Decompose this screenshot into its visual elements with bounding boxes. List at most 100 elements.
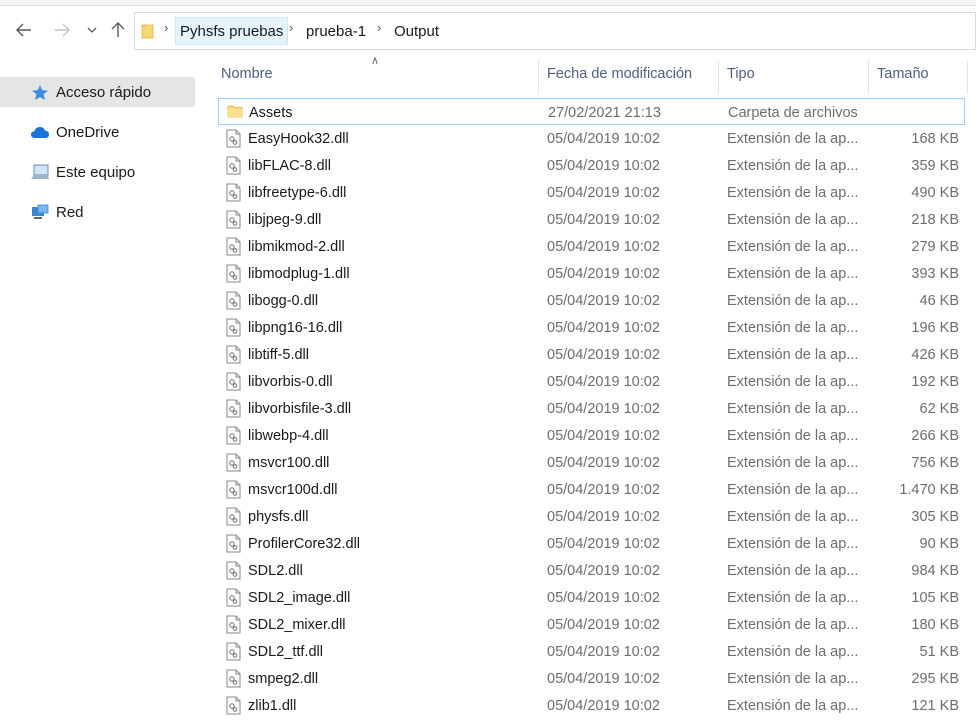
file-row[interactable]: libtiff-5.dll 05/04/2019 10:02 Extensión d… (218, 341, 965, 368)
file-row[interactable]: ProfilerCore32.dll 05/04/2019 10:02 Extens… (218, 530, 965, 557)
dll-file-icon (226, 669, 241, 688)
breadcrumb-item[interactable]: prueba-1 (302, 17, 370, 45)
file-row[interactable]: libpng16-16.dll 05/04/2019 10:02 Extensión… (218, 314, 965, 341)
file-row[interactable]: msvcr100d.dll 05/04/2019 10:02 Extensión d… (218, 476, 965, 503)
dll-file-icon (226, 642, 241, 661)
file-name: libfreetype-6.dll (248, 184, 347, 201)
navigation-pane: Acceso rápido OneDrive Este equipo Red (0, 54, 198, 726)
file-row[interactable]: libmikmod-2.dll 05/04/2019 10:02 Extensión… (218, 233, 965, 260)
column-header-type[interactable]: Tipo (727, 54, 867, 94)
file-type: Extensión de la ap... (727, 697, 859, 714)
file-type: Extensión de la ap... (727, 400, 859, 417)
computer-icon (30, 163, 50, 181)
folder-row[interactable]: Assets 27/02/2021 21:13 Carpeta de archivo… (218, 98, 965, 125)
file-list: ∧ Nombre Fecha de modificación Tipo Tama… (198, 54, 976, 726)
file-row[interactable]: SDL2_ttf.dll 05/04/2019 10:02 Extensión de… (218, 638, 965, 665)
file-row[interactable]: libfreetype-6.dll 05/04/2019 10:02 Extensi… (218, 179, 965, 206)
sidebar-item-quick-access[interactable]: Acceso rápido (0, 77, 195, 107)
column-header-name[interactable]: Nombre (221, 54, 541, 94)
dll-file-icon (226, 156, 241, 175)
dll-file-icon (226, 264, 241, 283)
chevron-right-icon[interactable]: › (377, 20, 381, 35)
file-row[interactable]: SDL2.dll 05/04/2019 10:02 Extensión de la … (218, 557, 965, 584)
file-modified-date: 05/04/2019 10:02 (547, 238, 660, 255)
file-modified-date: 05/04/2019 10:02 (547, 643, 660, 660)
file-row[interactable]: libogg-0.dll 05/04/2019 10:02 Extensión de… (218, 287, 965, 314)
file-name: libjpeg-9.dll (248, 211, 322, 228)
file-row[interactable]: SDL2_mixer.dll 05/04/2019 10:02 Extensión … (218, 611, 965, 638)
file-name: libpng16-16.dll (248, 319, 343, 336)
file-size: 756 KB (911, 454, 959, 471)
sidebar-item-network[interactable]: Red (0, 197, 195, 227)
file-row[interactable]: libFLAC-8.dll 05/04/2019 10:02 Extensión d… (218, 152, 965, 179)
dll-file-icon (226, 480, 241, 499)
file-row[interactable]: EasyHook32.dll 05/04/2019 10:02 Extensión … (218, 125, 965, 152)
column-divider[interactable] (967, 60, 968, 94)
file-modified-date: 05/04/2019 10:02 (547, 265, 660, 282)
forward-arrow-icon[interactable] (50, 16, 74, 44)
file-row[interactable]: physfs.dll 05/04/2019 10:02 Extensión de l… (218, 503, 965, 530)
file-type: Extensión de la ap... (727, 346, 859, 363)
file-modified-date: 05/04/2019 10:02 (547, 292, 660, 309)
file-row[interactable]: libjpeg-9.dll 05/04/2019 10:02 Extensión d… (218, 206, 965, 233)
chevron-right-icon[interactable]: › (164, 20, 168, 35)
file-type: Extensión de la ap... (727, 373, 859, 390)
up-arrow-icon[interactable] (106, 16, 130, 44)
file-row[interactable]: smpeg2.dll 05/04/2019 10:02 Extensión de l… (218, 665, 965, 692)
file-size: 180 KB (911, 616, 959, 633)
address-bar[interactable]: › Pyhsfs pruebas › prueba-1 › Output (134, 12, 976, 50)
file-type: Extensión de la ap... (727, 292, 859, 309)
cloud-icon (30, 123, 50, 141)
file-modified-date: 05/04/2019 10:02 (547, 427, 660, 444)
back-arrow-icon[interactable] (12, 16, 36, 44)
sidebar-item-this-pc[interactable]: Este equipo (0, 157, 195, 187)
breadcrumb-item[interactable]: Pyhsfs pruebas (175, 17, 289, 45)
column-divider[interactable] (538, 60, 539, 94)
file-size: 51 KB (919, 643, 960, 660)
dll-file-icon (226, 507, 241, 526)
dll-file-icon (226, 399, 241, 418)
network-icon (30, 203, 50, 221)
star-icon (30, 83, 50, 101)
file-row[interactable]: libvorbisfile-3.dll 05/04/2019 10:02 Exten… (218, 395, 965, 422)
column-divider[interactable] (868, 60, 869, 94)
file-type: Extensión de la ap... (727, 589, 859, 606)
file-type: Extensión de la ap... (727, 130, 859, 147)
file-size: 1.470 KB (899, 481, 959, 498)
sidebar-item-label: OneDrive (56, 123, 120, 141)
file-modified-date: 05/04/2019 10:02 (547, 184, 660, 201)
column-divider[interactable] (718, 60, 719, 94)
file-modified-date: 05/04/2019 10:02 (547, 562, 660, 579)
file-row[interactable]: zlib1.dll 05/04/2019 10:02 Extensión de la… (218, 692, 965, 719)
chevron-right-icon[interactable]: › (289, 20, 293, 35)
file-type: Extensión de la ap... (727, 643, 859, 660)
file-size: 218 KB (911, 211, 959, 228)
file-name: SDL2_mixer.dll (248, 616, 346, 633)
dll-file-icon (226, 372, 241, 391)
file-name: SDL2_image.dll (248, 589, 351, 606)
file-size: 295 KB (911, 670, 959, 687)
file-size: 90 KB (919, 535, 960, 552)
file-name: msvcr100d.dll (248, 481, 338, 498)
file-type: Extensión de la ap... (727, 562, 859, 579)
file-name: EasyHook32.dll (248, 130, 349, 147)
file-row[interactable]: libmodplug-1.dll 05/04/2019 10:02 Extensió… (218, 260, 965, 287)
file-modified-date: 05/04/2019 10:02 (547, 454, 660, 471)
sidebar-item-onedrive[interactable]: OneDrive (0, 117, 195, 147)
file-modified-date: 05/04/2019 10:02 (547, 616, 660, 633)
chevron-down-icon[interactable] (80, 16, 104, 44)
file-row[interactable]: msvcr100.dll 05/04/2019 10:02 Extensión de… (218, 449, 965, 476)
column-header-date[interactable]: Fecha de modificación (547, 54, 717, 94)
file-name: libFLAC-8.dll (248, 157, 331, 174)
file-size: 426 KB (911, 346, 959, 363)
file-size: 105 KB (911, 589, 959, 606)
dll-file-icon (226, 345, 241, 364)
file-row[interactable]: libwebp-4.dll 05/04/2019 10:02 Extensión d… (218, 422, 965, 449)
file-row[interactable]: SDL2_image.dll 05/04/2019 10:02 Extensión … (218, 584, 965, 611)
breadcrumb-item[interactable]: Output (390, 17, 443, 45)
file-size: 305 KB (911, 508, 959, 525)
folder-icon (141, 23, 155, 39)
file-type: Extensión de la ap... (727, 238, 859, 255)
column-header-size[interactable]: Tamaño (877, 54, 967, 94)
file-row[interactable]: libvorbis-0.dll 05/04/2019 10:02 Extensión… (218, 368, 965, 395)
